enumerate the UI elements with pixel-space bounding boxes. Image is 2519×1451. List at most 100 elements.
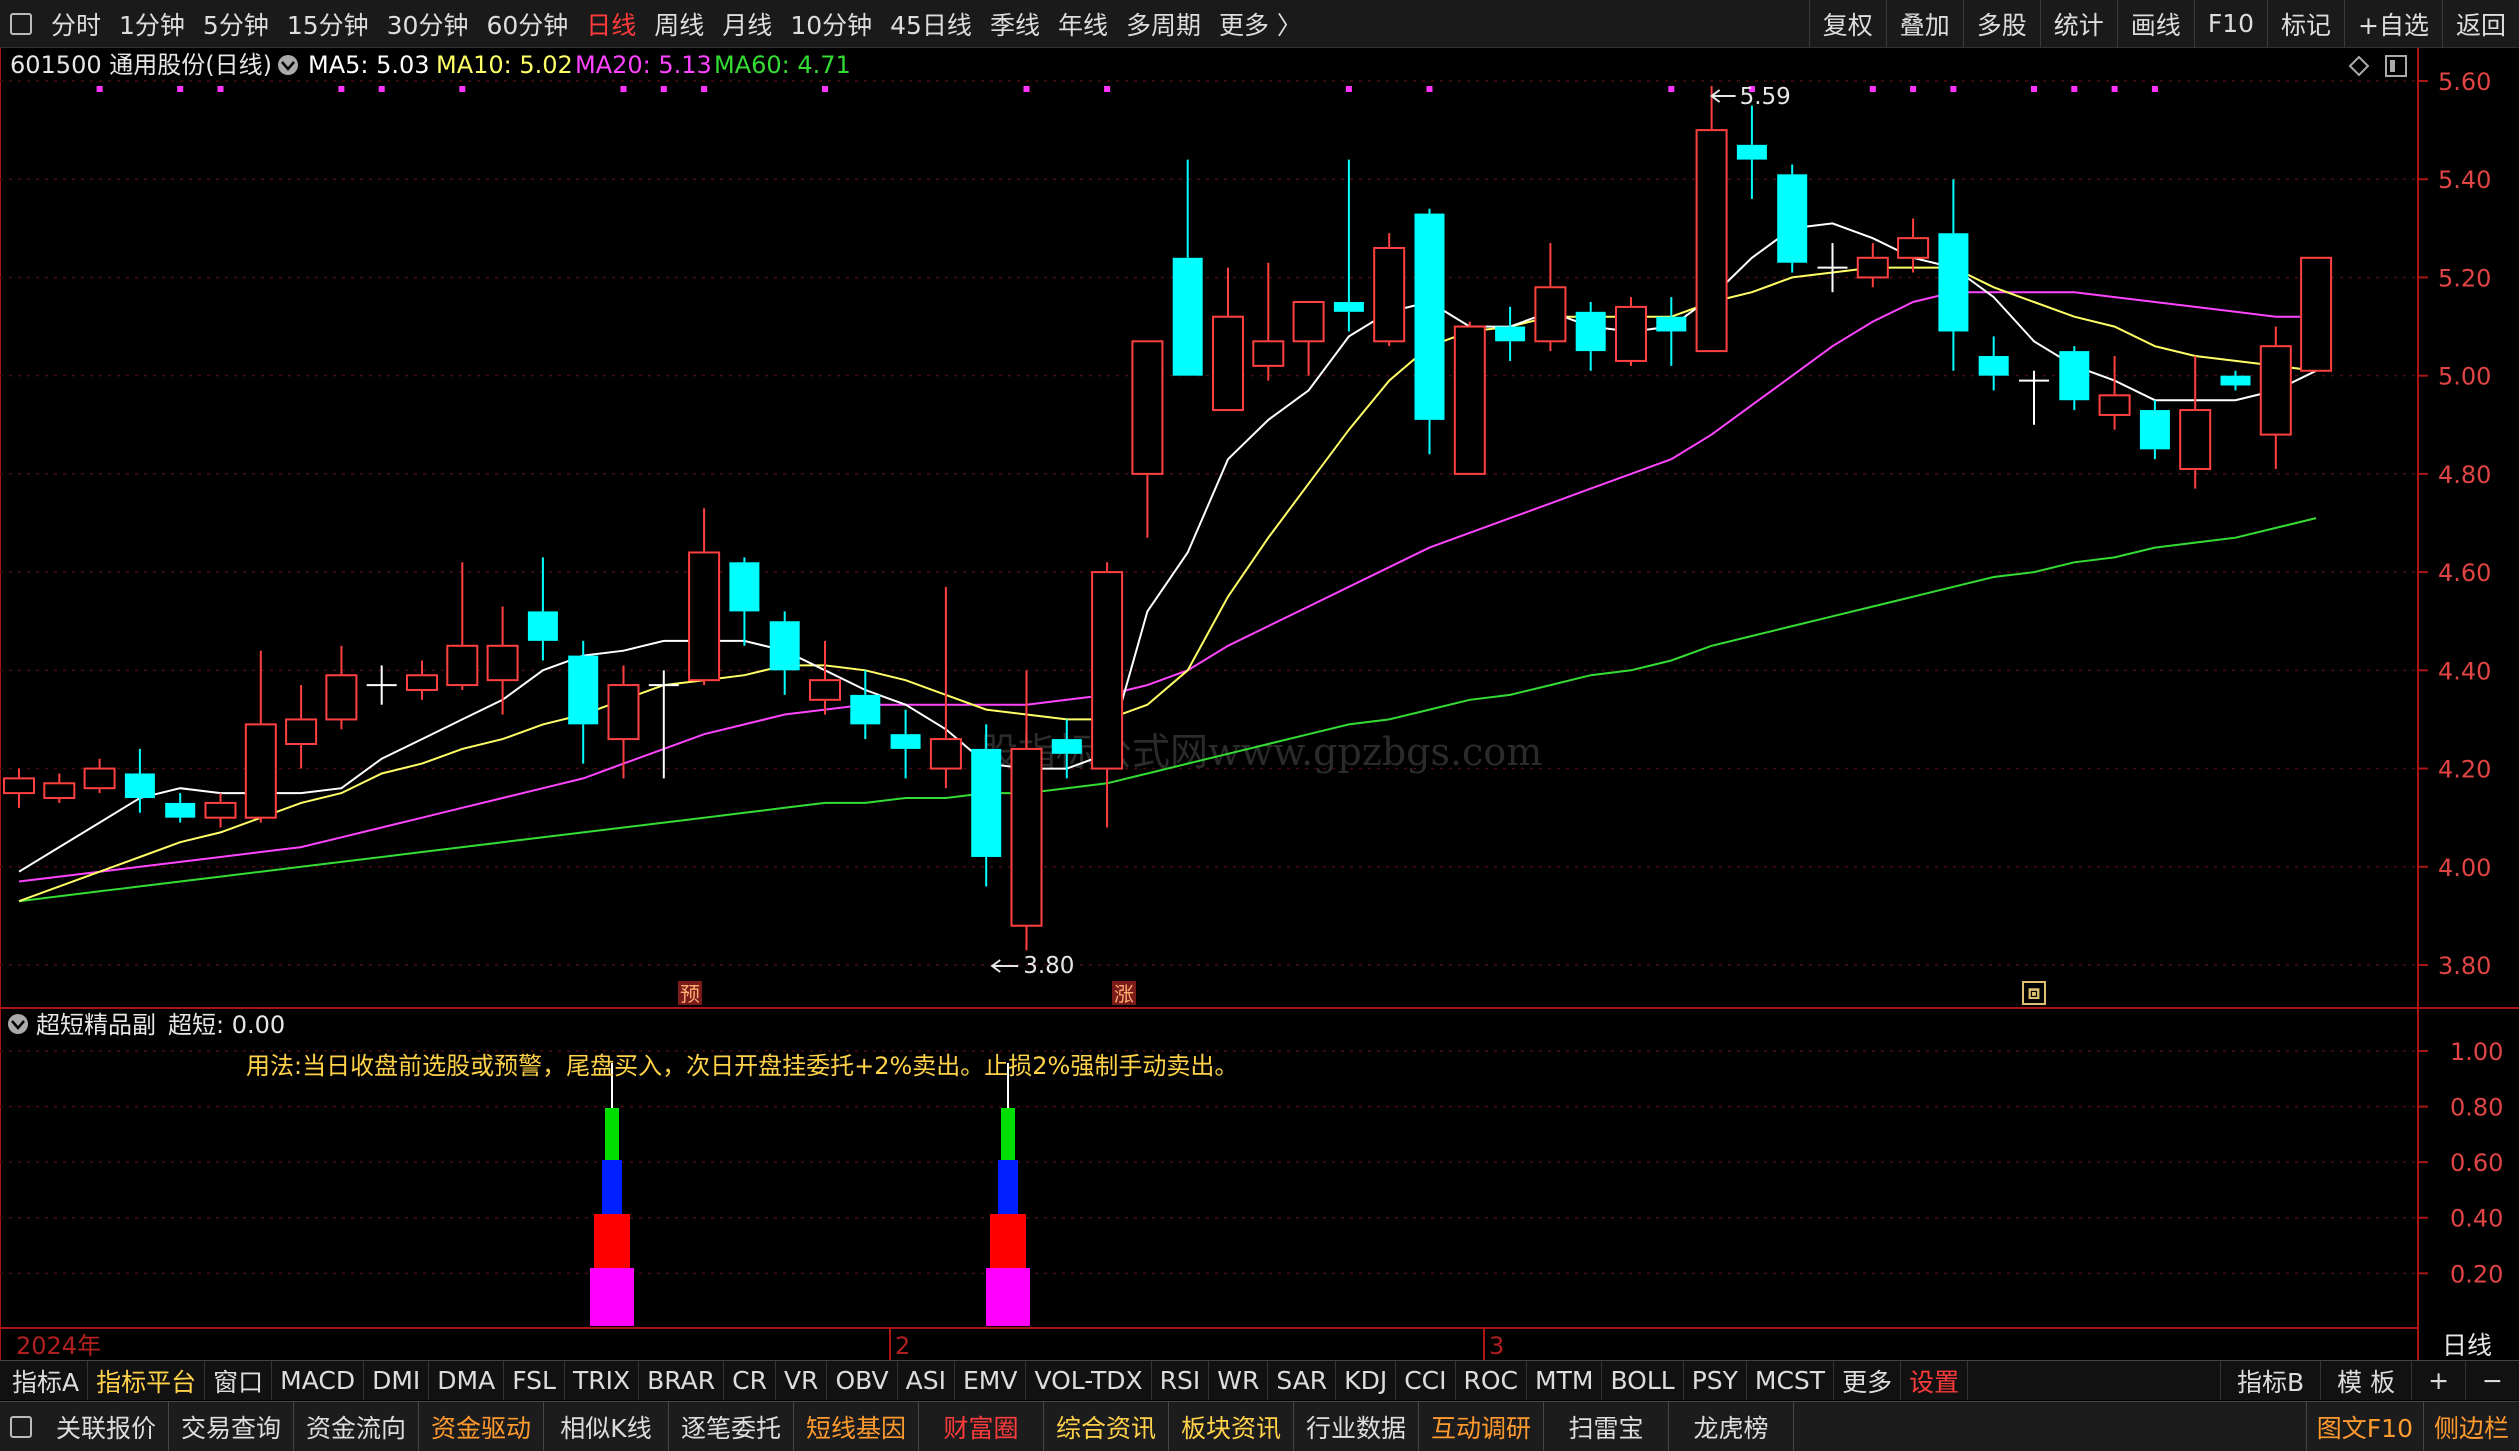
- event-marker-0[interactable]: 预: [678, 981, 702, 1006]
- function-button-8[interactable]: 综合资讯: [1044, 1402, 1169, 1451]
- candle[interactable]: [1172, 159, 1203, 376]
- indicator-tab-right-0[interactable]: 指标B: [2219, 1361, 2320, 1400]
- function-button-12[interactable]: 扫雷宝: [1544, 1402, 1669, 1451]
- indicator-tab-11[interactable]: OBV: [827, 1361, 898, 1400]
- candle[interactable]: [244, 650, 277, 823]
- candle[interactable]: [769, 611, 800, 695]
- function-button-9[interactable]: 板块资讯: [1169, 1402, 1294, 1451]
- sub-toggle-icon[interactable]: [8, 1014, 28, 1034]
- function-button-1[interactable]: 交易查询: [169, 1402, 294, 1451]
- candle[interactable]: [2220, 370, 2251, 391]
- candle[interactable]: [2139, 400, 2170, 460]
- indicator-tab-22[interactable]: BOLL: [1602, 1361, 1684, 1400]
- candle[interactable]: [648, 670, 679, 779]
- candle[interactable]: [688, 508, 721, 686]
- function-button-right-0[interactable]: 图文F10: [2305, 1402, 2423, 1451]
- toolbar-button-3[interactable]: 统计: [2039, 0, 2117, 47]
- candle[interactable]: [3, 768, 35, 808]
- indicator-tab-0[interactable]: 指标A: [0, 1361, 89, 1400]
- function-button-0[interactable]: 关联报价: [44, 1402, 169, 1451]
- indicator-tab-5[interactable]: DMA: [429, 1361, 505, 1400]
- candle[interactable]: [43, 773, 76, 803]
- indicator-tab-15[interactable]: RSI: [1152, 1361, 1210, 1400]
- period-3[interactable]: 15分钟: [278, 6, 378, 42]
- candle[interactable]: [1373, 233, 1406, 347]
- indicator-tab-right-2[interactable]: +: [2411, 1361, 2465, 1400]
- candle[interactable]: [1534, 243, 1567, 352]
- function-menu-icon[interactable]: [10, 1415, 32, 1438]
- indicator-tab-13[interactable]: EMV: [955, 1361, 1027, 1400]
- candle[interactable]: [1817, 243, 1848, 293]
- ma-toggle-icon[interactable]: [278, 55, 298, 75]
- period-6[interactable]: 日线: [577, 6, 645, 42]
- toolbar-button-2[interactable]: 多股: [1962, 0, 2040, 47]
- candle[interactable]: [1252, 262, 1285, 381]
- period-10[interactable]: 45日线: [881, 6, 981, 42]
- candle[interactable]: [1656, 297, 1687, 366]
- candle[interactable]: [1333, 159, 1364, 332]
- candle[interactable]: [165, 793, 196, 823]
- indicator-tab-6[interactable]: FSL: [504, 1361, 565, 1400]
- toolbar-button-7[interactable]: +自选: [2344, 0, 2442, 47]
- period-4[interactable]: 30分钟: [378, 6, 478, 42]
- candle[interactable]: [929, 586, 962, 789]
- toolbar-button-5[interactable]: F10: [2193, 0, 2267, 47]
- indicator-tab-2[interactable]: 窗口: [205, 1361, 273, 1400]
- function-button-5[interactable]: 逐笔委托: [669, 1402, 794, 1451]
- candle[interactable]: [607, 665, 640, 779]
- period-2[interactable]: 5分钟: [194, 6, 278, 42]
- candle[interactable]: [1292, 301, 1325, 376]
- period-0[interactable]: 分时: [42, 6, 110, 42]
- function-button-7[interactable]: 财富圈: [919, 1402, 1044, 1451]
- function-button-2[interactable]: 资金流向: [294, 1402, 419, 1451]
- period-14[interactable]: 更多 〉: [1210, 6, 1311, 42]
- function-button-3[interactable]: 资金驱动: [419, 1402, 544, 1451]
- period-1[interactable]: 1分钟: [110, 6, 194, 42]
- window-icon[interactable]: [2385, 55, 2407, 77]
- candle[interactable]: [2098, 356, 2131, 430]
- candle[interactable]: [1131, 340, 1164, 538]
- candle[interactable]: [124, 748, 155, 813]
- candle[interactable]: [406, 660, 438, 700]
- candle[interactable]: [1212, 267, 1244, 412]
- candle[interactable]: [1575, 302, 1606, 371]
- candle[interactable]: [325, 645, 358, 730]
- indicator-tab-23[interactable]: PSY: [1684, 1361, 1747, 1400]
- indicator-tab-8[interactable]: BRAR: [639, 1361, 725, 1400]
- indicator-tab-21[interactable]: MTM: [1527, 1361, 1603, 1400]
- period-11[interactable]: 季线: [981, 6, 1049, 42]
- toolbar-button-0[interactable]: 复权: [1808, 0, 1886, 47]
- candle[interactable]: [809, 640, 841, 715]
- toolbar-button-6[interactable]: 标记: [2267, 0, 2344, 47]
- kline-chart[interactable]: 5.60 5.40 5.20 5.00 4.80 4.60 4.40 4.20 4.00 3.80…: [0, 48, 2519, 1360]
- candle[interactable]: [1091, 562, 1124, 828]
- window-menu-icon[interactable]: [10, 12, 32, 35]
- candle[interactable]: [204, 793, 237, 828]
- period-13[interactable]: 多周期: [1117, 6, 1210, 42]
- toolbar-button-8[interactable]: 返回: [2441, 0, 2519, 47]
- indicator-tab-18[interactable]: KDJ: [1336, 1361, 1397, 1400]
- candle[interactable]: [2300, 256, 2333, 372]
- signal-column[interactable]: [590, 1063, 634, 1326]
- candle[interactable]: [568, 640, 599, 764]
- candle[interactable]: [1897, 218, 1930, 273]
- candle[interactable]: [1615, 297, 1647, 366]
- candle[interactable]: [366, 665, 397, 705]
- indicator-tab-24[interactable]: MCST: [1747, 1361, 1835, 1400]
- candle[interactable]: [1938, 179, 1969, 371]
- indicator-tab-10[interactable]: VR: [776, 1361, 828, 1400]
- indicator-tab-19[interactable]: CCI: [1396, 1361, 1456, 1400]
- toolbar-button-4[interactable]: 画线: [2116, 0, 2194, 47]
- candle[interactable]: [890, 709, 921, 779]
- indicator-tab-16[interactable]: WR: [1209, 1361, 1269, 1400]
- candle[interactable]: [2259, 326, 2292, 469]
- function-button-11[interactable]: 互动调研: [1419, 1402, 1544, 1451]
- indicator-tab-17[interactable]: SAR: [1268, 1361, 1337, 1400]
- toolbar-button-1[interactable]: 叠加: [1885, 0, 1963, 47]
- candle[interactable]: [1414, 208, 1445, 455]
- function-button-10[interactable]: 行业数据: [1294, 1402, 1419, 1451]
- candle[interactable]: [1856, 243, 1889, 288]
- indicator-tab-9[interactable]: CR: [724, 1361, 776, 1400]
- candle[interactable]: [1495, 306, 1526, 361]
- indicator-tab-25[interactable]: 更多: [1834, 1361, 1902, 1400]
